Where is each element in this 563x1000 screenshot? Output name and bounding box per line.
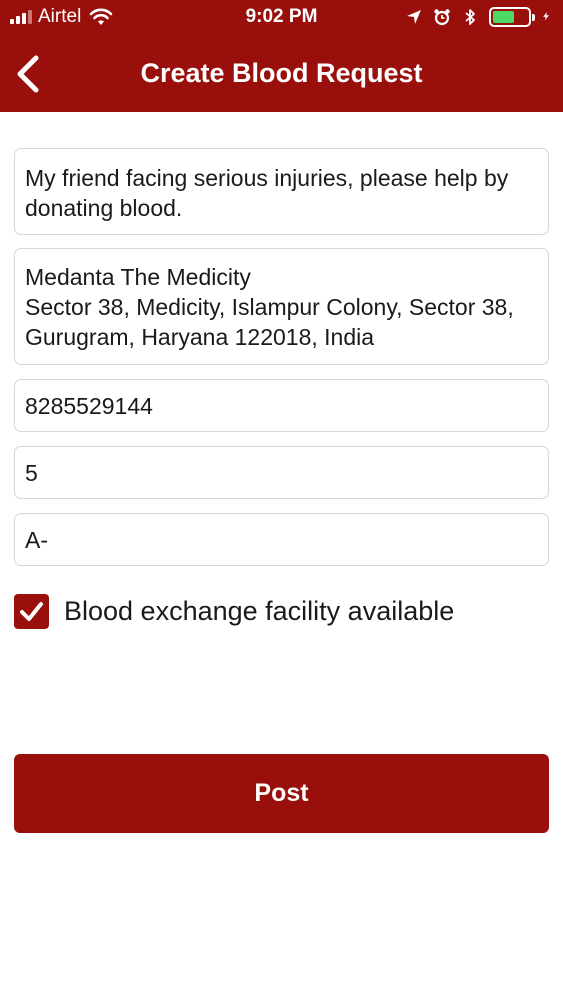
exchange-facility-checkbox[interactable] [14, 593, 49, 629]
exchange-facility-label: Blood exchange facility available [64, 595, 455, 626]
checkmark-icon [20, 601, 43, 621]
charging-bolt-icon [543, 12, 549, 21]
units-field[interactable]: 5 [14, 446, 549, 499]
alarm-icon [434, 9, 450, 26]
exchange-facility-row[interactable]: Blood exchange facility available [14, 591, 454, 631]
status-right [405, 7, 553, 27]
blood-group-field[interactable]: A- [14, 513, 549, 566]
page-title: Create Blood Request [140, 58, 423, 88]
location-arrow-icon [407, 10, 421, 24]
description-field[interactable]: My friend facing serious injuries, pleas… [14, 148, 549, 235]
address-field[interactable]: Medanta The Medicity Sector 38, Medicity… [14, 248, 549, 365]
battery-icon [489, 7, 535, 27]
battery-fill [493, 11, 515, 23]
phone-field[interactable]: 8285529144 [14, 379, 549, 432]
post-button[interactable]: Post [14, 754, 549, 833]
bluetooth-icon [465, 9, 475, 25]
status-bar: Airtel 9:02 PM [0, 0, 563, 36]
app-header: Airtel 9:02 PM Create Blood Request [0, 0, 563, 112]
